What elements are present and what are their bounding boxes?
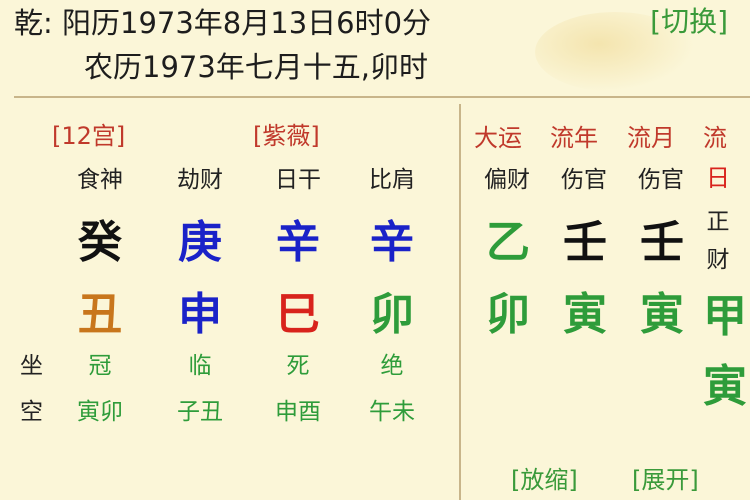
liuri-day-char: 日 — [706, 164, 730, 192]
dizhi-year: 丑 — [78, 289, 122, 340]
liunian-head[interactable]: 流年 — [550, 118, 598, 153]
shishen-day: 日干 — [275, 167, 321, 193]
shishen-year: 食神 — [77, 167, 123, 193]
zuo-year: 冠 — [88, 353, 112, 379]
liuri-head[interactable]: 流 — [703, 118, 727, 153]
row-label-kong: 空 — [20, 399, 43, 425]
dizhi-day: 巳 — [276, 289, 320, 340]
tiangan-liunian: 壬 — [563, 217, 607, 268]
shishen-liunian: 伤官 — [561, 167, 607, 193]
dizhi-month: 申 — [178, 289, 222, 340]
shishen-dayun: 偏财 — [484, 167, 530, 193]
dizhi-liunian: 寅 — [563, 289, 607, 340]
shishen-liuyue: 伤官 — [638, 167, 684, 193]
twelve-palaces-link[interactable]: [12宫] — [52, 116, 125, 151]
dizhi-liuri: 寅 — [703, 361, 747, 412]
zuo-day: 死 — [286, 353, 310, 379]
shishen-hour: 比肩 — [369, 167, 415, 193]
kong-month: 子丑 — [177, 399, 223, 425]
tiangan-liuyue: 壬 — [640, 217, 684, 268]
kong-day: 申酉 — [275, 399, 321, 425]
dizhi-hour: 卯 — [370, 289, 414, 340]
zhankai-button[interactable]: [展开] — [632, 460, 699, 495]
tiangan-liuri: 甲 — [703, 291, 747, 342]
switch-button[interactable]: [切换] — [650, 0, 728, 40]
tiangan-hour: 辛 — [370, 217, 414, 268]
liuyue-head[interactable]: 流月 — [627, 118, 675, 153]
header-divider — [14, 96, 750, 98]
kong-hour: 午未 — [369, 399, 415, 425]
lunar-date: 农历1973年七月十五,卯时 — [84, 50, 429, 84]
tiangan-year: 癸 — [78, 217, 122, 268]
liuri-shishen-2: 财 — [706, 247, 730, 273]
solar-date: 乾: 阳历1973年8月13日6时0分 — [14, 6, 432, 40]
fangsuo-button[interactable]: [放缩] — [511, 460, 578, 495]
tiangan-day: 辛 — [276, 217, 320, 268]
row-label-zuo: 坐 — [20, 353, 43, 379]
tiangan-month: 庚 — [178, 217, 222, 268]
dizhi-liuyue: 寅 — [640, 289, 684, 340]
liuri-shishen-1: 正 — [706, 209, 730, 235]
zuo-hour: 绝 — [380, 353, 404, 379]
zuo-month: 临 — [188, 353, 212, 379]
kong-year: 寅卯 — [77, 399, 123, 425]
dizhi-dayun: 卯 — [486, 289, 530, 340]
panel-divider — [459, 104, 461, 500]
ziwei-link[interactable]: [紫薇] — [253, 116, 320, 151]
dayun-head[interactable]: 大运 — [474, 118, 522, 153]
chart-header: 乾: 阳历1973年8月13日6时0分 农历1973年七月十五,卯时 [切换] — [0, 0, 750, 95]
tiangan-dayun: 乙 — [486, 217, 530, 268]
shishen-month: 劫财 — [177, 167, 223, 193]
